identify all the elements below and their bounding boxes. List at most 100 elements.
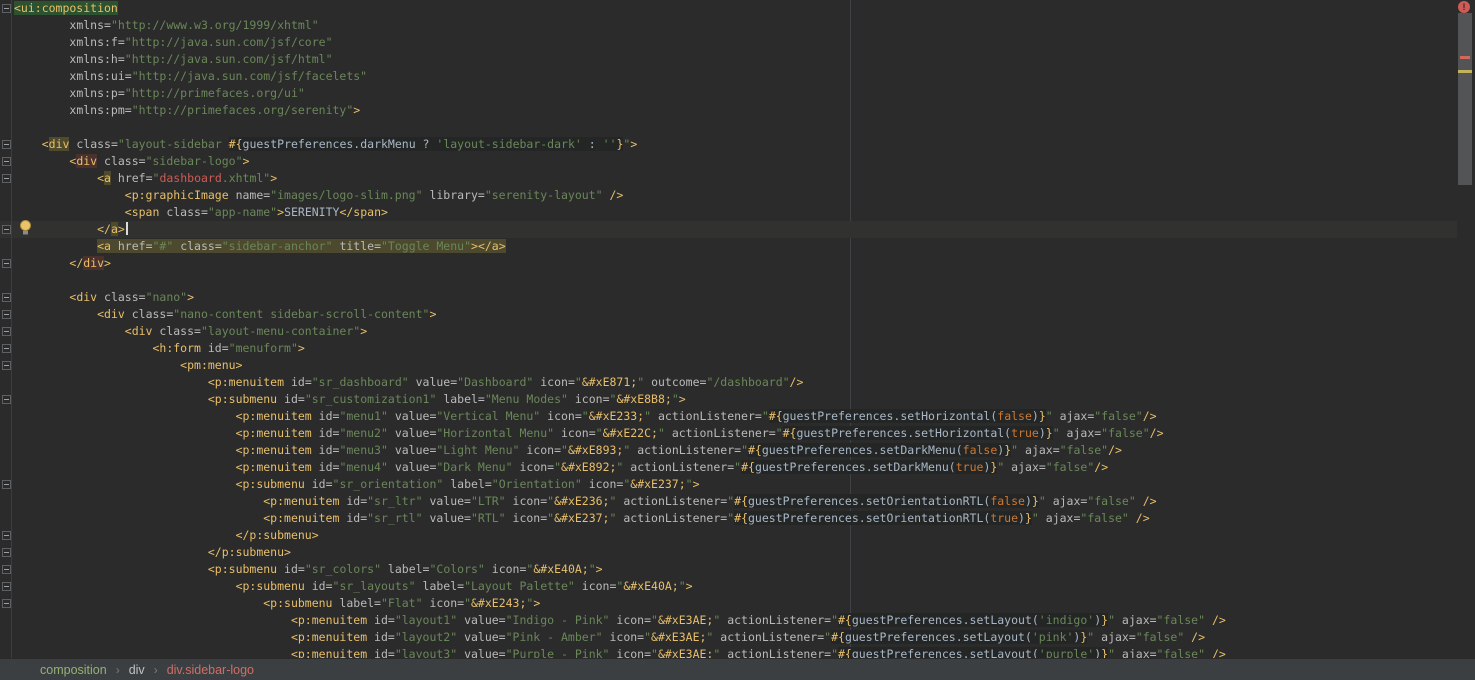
editor-scrollbar[interactable] xyxy=(1458,0,1473,658)
code-line[interactable]: <p:menuitem id="sr_dashboard" value="Das… xyxy=(0,374,1457,391)
fold-marker-icon[interactable] xyxy=(2,140,11,149)
code-token: /> xyxy=(1128,511,1150,525)
code-token: " xyxy=(644,409,652,423)
code-token: "false" xyxy=(1101,426,1150,440)
code-token: label= xyxy=(332,596,381,610)
code-token: id= xyxy=(304,579,333,593)
code-line[interactable]: <p:menuitem id="layout1" value="Indigo -… xyxy=(0,612,1457,629)
code-line[interactable]: <p:menuitem id="sr_ltr" value="LTR" icon… xyxy=(0,493,1457,510)
code-token: " xyxy=(561,443,568,457)
code-line[interactable]: <h:form id="menuform"> xyxy=(0,340,1457,357)
code-line[interactable]: <p:menuitem id="layout2" value="Pink - A… xyxy=(0,629,1457,646)
code-line[interactable]: <a href="dashboard.xhtml"> xyxy=(0,170,1457,187)
code-token: /> xyxy=(1149,426,1164,440)
code-line[interactable]: <div class="sidebar-logo"> xyxy=(0,153,1457,170)
code-token: > xyxy=(270,171,278,185)
code-line[interactable]: <div class="nano-content sidebar-scroll-… xyxy=(0,306,1457,323)
code-token: "false" xyxy=(1045,460,1095,474)
code-token: 'purple' xyxy=(1038,647,1095,658)
code-line[interactable]: xmlns:f="http://java.sun.com/jsf/core" xyxy=(0,34,1457,51)
code-token: " xyxy=(595,426,603,440)
code-line[interactable]: <pm:menu> xyxy=(0,357,1457,374)
breadcrumb-item-div[interactable]: div xyxy=(129,663,145,677)
code-token: #{ xyxy=(838,647,852,658)
code-line[interactable]: <p:submenu id="sr_customization1" label=… xyxy=(0,391,1457,408)
code-token: "app-name" xyxy=(207,205,278,219)
code-line[interactable]: <p:graphicImage name="images/logo-slim.p… xyxy=(0,187,1457,204)
code-line[interactable]: <div class="layout-sidebar #{guestPrefer… xyxy=(0,136,1457,153)
fold-marker-icon[interactable] xyxy=(2,582,11,591)
code-token: #{ xyxy=(734,511,748,525)
code-line[interactable]: <p:menuitem id="menu3" value="Light Menu… xyxy=(0,442,1457,459)
fold-marker-icon[interactable] xyxy=(2,531,11,540)
code-line[interactable] xyxy=(0,119,1457,136)
fold-marker-icon[interactable] xyxy=(2,565,11,574)
code-line[interactable]: xmlns="http://www.w3.org/1999/xhtml" xyxy=(0,17,1457,34)
code-line[interactable]: <p:menuitem id="sr_rtl" value="RTL" icon… xyxy=(0,510,1457,527)
code-token: "Dark Menu" xyxy=(436,460,513,474)
code-line[interactable]: <p:menuitem id="layout3" value="Purple -… xyxy=(0,646,1457,658)
breadcrumb-separator: › xyxy=(153,662,158,677)
code-token: " xyxy=(1038,494,1046,508)
fold-marker-icon[interactable] xyxy=(2,327,11,336)
fold-marker-icon[interactable] xyxy=(2,480,11,489)
breadcrumb-item-div-sidebar-logo[interactable]: div.sidebar-logo xyxy=(167,663,254,677)
code-line[interactable]: <span class="app-name">SERENITY</span> xyxy=(0,204,1457,221)
fold-marker-icon[interactable] xyxy=(2,361,11,370)
code-line[interactable]: </p:submenu> xyxy=(0,527,1457,544)
fold-marker-icon[interactable] xyxy=(2,174,11,183)
code-line[interactable] xyxy=(0,272,1457,289)
code-line[interactable]: xmlns:p="http://primefaces.org/ui" xyxy=(0,85,1457,102)
code-line[interactable]: <a href="#" class="sidebar-anchor" title… xyxy=(0,238,1457,255)
fold-marker-icon[interactable] xyxy=(2,395,11,404)
fold-marker-icon[interactable] xyxy=(2,157,11,166)
fold-marker-icon[interactable] xyxy=(2,293,11,302)
code-token: </span> xyxy=(339,205,388,219)
code-token: </p:submenu> xyxy=(235,528,319,542)
code-line[interactable]: <p:submenu id="sr_colors" label="Colors"… xyxy=(0,561,1457,578)
code-line[interactable]: <p:menuitem id="menu2" value="Horizontal… xyxy=(0,425,1457,442)
code-token: "Horizontal Menu" xyxy=(436,426,555,440)
code-line[interactable]: xmlns:h="http://java.sun.com/jsf/html" xyxy=(0,51,1457,68)
analysis-stripe-marker[interactable] xyxy=(1460,56,1470,59)
code-token: < xyxy=(41,137,49,151)
intention-bulb-icon[interactable] xyxy=(19,220,32,237)
code-line[interactable]: <p:submenu id="sr_layouts" label="Layout… xyxy=(0,578,1457,595)
code-token: "layout-sidebar xyxy=(117,137,229,151)
code-token: " xyxy=(831,647,838,658)
code-line[interactable]: <div class="layout-menu-container"> xyxy=(0,323,1457,340)
breadcrumb-item-composition[interactable]: composition xyxy=(40,663,107,677)
errors-found-icon[interactable]: ! xyxy=(1458,1,1470,13)
code-token: xmlns:ui= xyxy=(69,69,132,83)
fold-marker-icon[interactable] xyxy=(2,344,11,353)
fold-marker-icon[interactable] xyxy=(2,225,11,234)
code-line[interactable]: <ui:composition xyxy=(0,0,1457,17)
code-line[interactable]: <p:submenu id="sr_orientation" label="Or… xyxy=(0,476,1457,493)
bulb-glass xyxy=(20,220,31,231)
code-token: xmlns:pm= xyxy=(69,103,132,117)
code-line[interactable]: <p:menuitem id="menu1" value="Vertical M… xyxy=(0,408,1457,425)
fold-marker-icon[interactable] xyxy=(2,599,11,608)
code-line[interactable]: </a> xyxy=(0,221,1457,238)
code-line[interactable]: <p:submenu label="Flat" icon="&#xE243;"> xyxy=(0,595,1457,612)
code-token: ) xyxy=(1031,409,1039,423)
scrollbar-thumb[interactable] xyxy=(1458,13,1472,185)
code-editor[interactable]: <ui:composition xmlns="http://www.w3.org… xyxy=(0,0,1475,658)
code-line[interactable]: <p:menuitem id="menu4" value="Dark Menu"… xyxy=(0,459,1457,476)
code-line[interactable]: xmlns:ui="http://java.sun.com/jsf/facele… xyxy=(0,68,1457,85)
fold-marker-icon[interactable] xyxy=(2,548,11,557)
fold-marker-icon[interactable] xyxy=(2,259,11,268)
code-line[interactable]: </div> xyxy=(0,255,1457,272)
code-token: " xyxy=(464,596,471,610)
code-token: "Orientation" xyxy=(491,477,582,491)
code-lines[interactable]: <ui:composition xmlns="http://www.w3.org… xyxy=(0,0,1457,658)
analysis-stripe-marker[interactable] xyxy=(1458,70,1472,73)
code-line[interactable]: </p:submenu> xyxy=(0,544,1457,561)
code-token: "sr_dashboard" xyxy=(311,375,409,389)
breadcrumb-bar: composition › div › div.sidebar-logo xyxy=(0,658,1475,680)
code-line[interactable]: xmlns:pm="http://primefaces.org/serenity… xyxy=(0,102,1457,119)
code-token: } xyxy=(1045,426,1053,440)
fold-marker-icon[interactable] xyxy=(2,4,11,13)
fold-marker-icon[interactable] xyxy=(2,310,11,319)
code-line[interactable]: <div class="nano"> xyxy=(0,289,1457,306)
